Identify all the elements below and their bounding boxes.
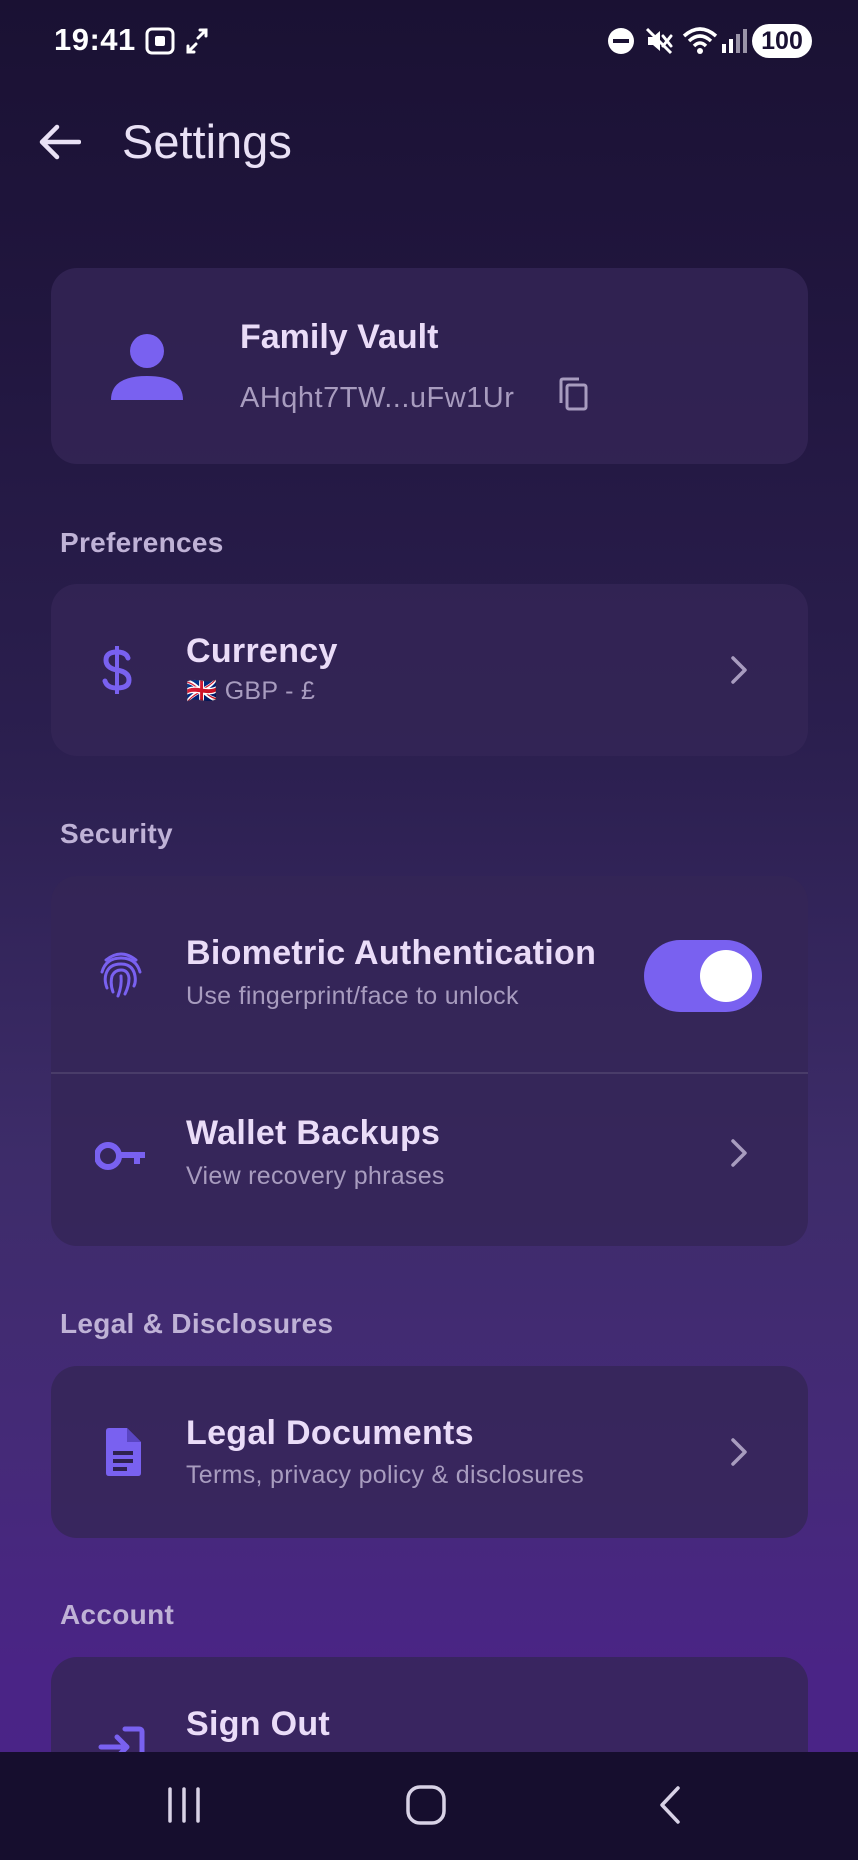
arrow-left-icon: [39, 124, 82, 165]
chevron-right-icon: [724, 1437, 754, 1467]
document-icon: [97, 1424, 147, 1480]
biometric-row: Biometric Authentication Use fingerprint…: [51, 876, 808, 1072]
section-label-account: Account: [60, 1599, 175, 1630]
profile-card: Family Vault AHqht7TW...uFw1Ur: [51, 268, 808, 464]
sign-out-title: Sign Out: [186, 1705, 331, 1743]
key-icon: [95, 1130, 147, 1182]
biometric-title: Biometric Authentication: [186, 934, 597, 972]
security-card: Biometric Authentication Use fingerprint…: [51, 876, 808, 1246]
profile-name: Family Vault: [240, 318, 439, 356]
home-button[interactable]: [396, 1782, 456, 1832]
currency-row[interactable]: Currency 🇬🇧 GBP - £: [51, 584, 808, 756]
recent-apps-icon: [164, 1786, 204, 1829]
section-label-security: Security: [60, 818, 173, 849]
fingerprint-icon: [93, 946, 149, 1002]
wallet-backups-row[interactable]: Wallet Backups View recovery phrases: [51, 1074, 808, 1246]
legal-documents-subtitle: Terms, privacy policy & disclosures: [186, 1461, 585, 1489]
status-bar: 19:41 100: [0, 0, 858, 84]
back-button[interactable]: [30, 114, 90, 174]
mute-icon: [644, 26, 674, 61]
currency-value: 🇬🇧 GBP - £: [186, 677, 316, 705]
expand-icon: [186, 26, 208, 61]
currency-title: Currency: [186, 632, 338, 670]
battery-icon: 100: [752, 24, 812, 58]
copy-icon: [557, 376, 589, 417]
system-nav-bar: [0, 1752, 858, 1860]
biometric-toggle[interactable]: [644, 940, 762, 1012]
legal-card: Legal Documents Terms, privacy policy & …: [51, 1366, 808, 1538]
do-not-disturb-icon: [606, 26, 636, 61]
home-icon: [405, 1784, 447, 1831]
chevron-right-icon: [724, 655, 754, 685]
legal-documents-row[interactable]: Legal Documents Terms, privacy policy & …: [51, 1366, 808, 1538]
screenshot-icon: [144, 26, 176, 61]
person-icon: [109, 328, 185, 404]
uk-flag-icon: 🇬🇧: [186, 677, 218, 705]
biometric-subtitle: Use fingerprint/face to unlock: [186, 982, 519, 1010]
app-header: Settings: [0, 100, 858, 184]
wallet-backups-subtitle: View recovery phrases: [186, 1162, 445, 1190]
preferences-card: Currency 🇬🇧 GBP - £: [51, 584, 808, 756]
status-time: 19:41: [54, 22, 136, 57]
section-label-preferences: Preferences: [60, 527, 224, 558]
chevron-right-icon: [724, 1138, 754, 1168]
copy-address-button[interactable]: [553, 376, 593, 416]
legal-documents-title: Legal Documents: [186, 1414, 474, 1452]
back-icon: [656, 1785, 684, 1830]
wallet-backups-title: Wallet Backups: [186, 1114, 441, 1152]
recent-apps-button[interactable]: [154, 1782, 214, 1832]
dollar-icon: [87, 640, 147, 700]
nav-back-button[interactable]: [640, 1782, 700, 1832]
wifi-icon: [682, 26, 718, 61]
toggle-knob: [700, 950, 752, 1002]
wallet-address: AHqht7TW...uFw1Ur: [240, 382, 515, 414]
page-title: Settings: [122, 115, 292, 168]
signal-icon: [720, 26, 748, 61]
section-label-legal: Legal & Disclosures: [60, 1308, 334, 1339]
